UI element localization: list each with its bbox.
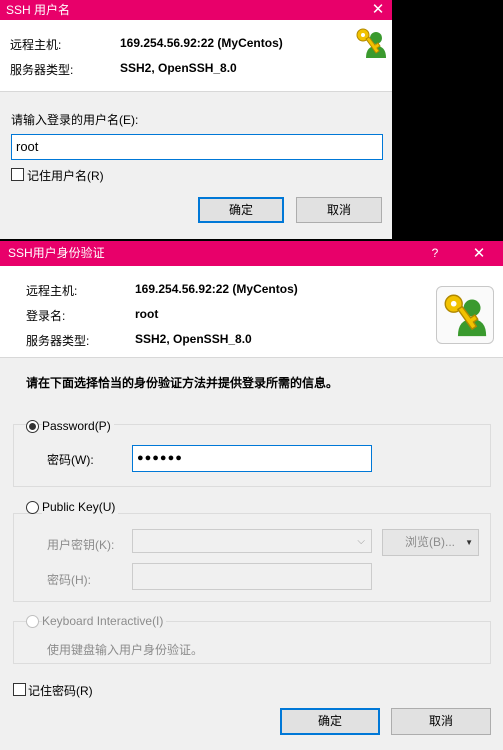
close-icon[interactable]: ✕ (465, 241, 493, 266)
ssh-username-dialog: SSH 用户名 ✕ 远程主机: 169.254.56.92:22 (MyCent… (0, 0, 392, 239)
remote-host-label: 远程主机: (10, 38, 62, 52)
remote-host-value: 169.254.56.92:22 (MyCentos) (120, 36, 283, 50)
user-key-icon (356, 28, 386, 58)
remember-username-label[interactable]: 记住用户名(R) (27, 167, 104, 184)
keyboard-radio[interactable] (26, 615, 39, 628)
remote-host-label: 远程主机: (26, 284, 78, 298)
dialog1-title: SSH 用户名 (6, 3, 71, 17)
keyboard-description: 使用键盘输入用户身份验证。 (47, 643, 204, 657)
passphrase-label: 密码(H): (47, 573, 91, 587)
dialog2-info-panel: 远程主机: 169.254.56.92:22 (MyCentos) 登录名: r… (0, 266, 503, 358)
cancel-button[interactable]: 取消 (296, 197, 382, 223)
server-type-value: SSH2, OpenSSH_8.0 (135, 332, 252, 346)
browse-button[interactable]: 浏览(B)... ▼ (382, 529, 479, 556)
remember-password-checkbox[interactable] (13, 683, 26, 696)
remote-host-value: 169.254.56.92:22 (MyCentos) (135, 282, 298, 296)
login-name-value: root (135, 307, 159, 321)
user-key-select[interactable]: ⌵ (132, 529, 372, 553)
chevron-down-icon: ⌵ (357, 536, 365, 547)
server-type-value: SSH2, OpenSSH_8.0 (120, 61, 237, 75)
password-input[interactable]: ●●●●●● (132, 445, 372, 472)
publickey-option-label[interactable]: Public Key(U) (42, 500, 119, 514)
dropdown-arrow-icon: ▼ (465, 538, 473, 547)
ok-button[interactable]: 确定 (280, 708, 380, 735)
login-name-label: 登录名: (26, 309, 66, 323)
dialog2-titlebar[interactable]: SSH用户身份验证 ? ✕ (0, 241, 503, 266)
password-option-label[interactable]: Password(P) (42, 419, 114, 433)
keyboard-option-label[interactable]: Keyboard Interactive(I) (42, 614, 167, 628)
dialog2-title: SSH用户身份验证 (8, 246, 105, 260)
ok-button[interactable]: 确定 (198, 197, 284, 223)
help-icon[interactable]: ? (421, 241, 449, 266)
ssh-auth-dialog: SSH用户身份验证 ? ✕ 远程主机: 169.254.56.92:22 (My… (0, 241, 503, 750)
dialog1-titlebar[interactable]: SSH 用户名 ✕ (0, 0, 392, 20)
user-key-icon (444, 294, 487, 337)
password-radio[interactable] (26, 420, 39, 433)
remember-username-checkbox[interactable] (11, 168, 24, 181)
passphrase-input[interactable] (132, 563, 372, 590)
username-prompt: 请输入登录的用户名(E): (11, 113, 139, 127)
close-icon[interactable]: ✕ (364, 0, 392, 20)
cancel-button[interactable]: 取消 (391, 708, 491, 735)
remember-password-label[interactable]: 记住密码(R) (28, 682, 93, 699)
username-input[interactable]: root (11, 134, 383, 160)
publickey-radio[interactable] (26, 501, 39, 514)
browse-button-label: 浏览(B)... (405, 535, 455, 549)
instruction-text: 请在下面选择恰当的身份验证方法并提供登录所需的信息。 (26, 376, 339, 390)
user-key-icon-frame (436, 286, 494, 344)
dialog1-info-panel: 远程主机: 169.254.56.92:22 (MyCentos) 服务器类型:… (0, 20, 392, 92)
password-label: 密码(W): (47, 453, 94, 467)
server-type-label: 服务器类型: (10, 63, 74, 77)
server-type-label: 服务器类型: (26, 334, 90, 348)
user-key-label: 用户密钥(K): (47, 538, 115, 552)
